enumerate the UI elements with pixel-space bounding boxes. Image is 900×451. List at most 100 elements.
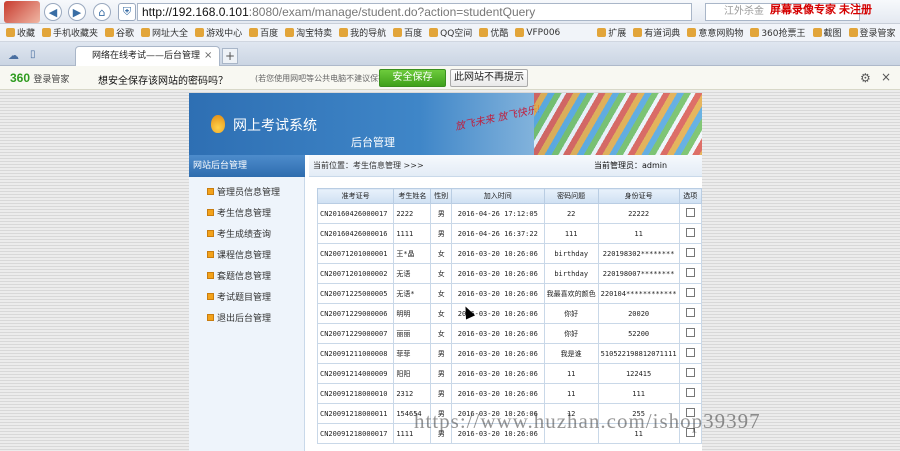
bookmark-icon	[515, 28, 525, 37]
cell-join-time: 2016-03-20 10:26:06	[450, 323, 545, 344]
bookmark-icon	[479, 28, 489, 37]
cell-select	[678, 243, 702, 264]
bookmark-icon	[6, 28, 15, 37]
row-checkbox[interactable]	[685, 328, 695, 337]
home-icon[interactable]: ⌂	[93, 3, 111, 21]
bookmark-item[interactable]: 登录管家	[848, 26, 896, 39]
bookmark-item[interactable]: 有道词典	[633, 26, 680, 39]
row-checkbox[interactable]	[685, 368, 695, 377]
never-prompt-button[interactable]: 此网站不再提示	[450, 69, 528, 87]
table-row: CN20071201000001 王*晶女 2016-03-20 10:26:06 b…	[316, 243, 702, 264]
bookmark-icon	[393, 28, 403, 37]
cell-exam-id: CN20071225000005	[316, 283, 395, 304]
bullet-icon	[207, 293, 214, 300]
tab-active[interactable]: 网络在线考试——后台管理	[75, 46, 220, 66]
bookmark-item[interactable]: 意意网购物	[687, 26, 743, 39]
row-checkbox[interactable]	[685, 308, 695, 317]
cell-id-card: 52200	[597, 323, 680, 344]
sidebar-item-courses[interactable]: 课程信息管理	[207, 248, 271, 261]
col-join-time: 加入时间	[450, 188, 545, 204]
cell-id-card: 122415	[597, 363, 680, 384]
row-checkbox[interactable]	[685, 268, 695, 277]
url-host: http://192.168.0.101	[142, 5, 249, 19]
bookmark-item[interactable]: VFP006	[515, 28, 560, 38]
sidebar-item-scores[interactable]: 考生成绩查询	[207, 227, 271, 240]
cell-gender: 女	[430, 283, 452, 304]
cell-question: 你好	[543, 303, 599, 324]
save-password-button[interactable]: 安全保存	[379, 69, 446, 87]
cell-name: 2222	[393, 203, 432, 224]
table-row: CN20071229000007 丽丽女 2016-03-20 10:26:06 你好…	[316, 323, 702, 344]
bookmark-item[interactable]: 谷歌	[105, 26, 134, 39]
row-checkbox[interactable]	[685, 348, 695, 357]
cell-question: 22	[543, 203, 599, 224]
col-id-card: 身份证号	[597, 188, 680, 204]
cell-id-card: 11	[597, 223, 680, 244]
row-checkbox[interactable]	[685, 288, 695, 297]
bookmarks-bar: 收藏 手机收藏夹 谷歌 网址大全 游戏中心 百度 淘宝特卖 我的导航 百度 QQ…	[0, 24, 900, 42]
bookmark-icon	[141, 28, 151, 37]
sidebar-item-logout[interactable]: 退出后台管理	[207, 311, 271, 324]
cell-gender: 男	[430, 383, 452, 404]
cell-name: 无语*	[393, 283, 432, 304]
bookmark-icon	[429, 28, 439, 37]
bookmark-item[interactable]: 网址大全	[141, 26, 188, 39]
cell-gender: 男	[430, 343, 452, 364]
back-icon[interactable]: ◀	[44, 3, 62, 21]
gear-icon[interactable]: ⚙	[860, 71, 871, 85]
bookmark-item[interactable]: 我的导航	[339, 26, 386, 39]
flame-logo-icon	[211, 115, 225, 133]
address-bar[interactable]: http://192.168.0.101:8080/exam/manage/st…	[137, 3, 692, 21]
bullet-icon	[207, 272, 214, 279]
bookmark-item[interactable]: 百度	[249, 26, 278, 39]
sidebar-item-students[interactable]: 考生信息管理	[207, 206, 271, 219]
table-header-row: 准考证号 考生姓名 性别 加入时间 密码问题 身份证号 选项	[316, 188, 702, 204]
row-checkbox[interactable]	[685, 388, 695, 397]
site-banner: 网上考试系统 后台管理 放飞未来 放飞快乐!	[189, 93, 702, 155]
user-avatar[interactable]	[4, 1, 40, 23]
bookmark-item[interactable]: QQ空间	[429, 26, 472, 39]
bookmark-item[interactable]: 优酷	[479, 26, 508, 39]
table-body: CN20160426000017 2222 男 2016-04-26 17:12:05…	[316, 203, 702, 444]
bullet-icon	[207, 209, 214, 216]
shield-icon[interactable]: ⛨	[118, 3, 136, 21]
bookmark-item[interactable]: 手机收藏夹	[42, 26, 98, 39]
cloud-icon[interactable]: ☁	[8, 49, 19, 62]
backend-name: 后台管理	[351, 136, 395, 149]
bookmark-item[interactable]: 扩展	[597, 26, 626, 39]
cell-exam-id: CN20091214000009	[316, 363, 395, 384]
cell-id-card: 220104************	[597, 283, 680, 304]
sidebar-item-papers[interactable]: 套题信息管理	[207, 269, 271, 282]
row-checkbox[interactable]	[685, 208, 695, 217]
bookmark-item[interactable]: 游戏中心	[195, 26, 242, 39]
bookmark-item[interactable]: 360抢票王	[750, 26, 806, 39]
forward-icon[interactable]: ▶	[68, 3, 86, 21]
cell-join-time: 2016-04-26 16:37:22	[450, 223, 545, 244]
bookmark-item[interactable]: 收藏	[6, 26, 35, 39]
cell-question: 你好	[543, 323, 599, 344]
student-table: 准考证号 考生姓名 性别 加入时间 密码问题 身份证号 选项 CN2016042…	[316, 188, 702, 444]
cell-select	[678, 283, 702, 304]
table-row: CN20071229000006 明明女 2016-03-20 10:26:06 你好…	[316, 303, 702, 324]
bookmark-icon	[812, 28, 822, 37]
bookmark-item[interactable]: 截图	[812, 26, 842, 39]
cell-exam-id: CN20091218000010	[316, 383, 395, 404]
col-select: 选项	[678, 188, 702, 204]
table-row: CN20071225000005 无语* 女 2016-03-20 10:26:06 我…	[316, 283, 702, 304]
row-checkbox[interactable]	[685, 228, 695, 237]
tab-close-icon[interactable]: ×	[204, 50, 212, 61]
cell-join-time: 2016-03-20 10:26:06	[450, 343, 545, 364]
new-tab-button[interactable]: +	[222, 48, 238, 64]
cell-gender: 女	[430, 323, 452, 344]
close-icon[interactable]: ×	[881, 70, 891, 84]
mobile-icon[interactable]: ▯	[30, 49, 36, 60]
bookmark-icon	[633, 28, 643, 37]
password-hint: (若您使用网吧等公共电脑不建议保存)	[255, 74, 390, 83]
sidebar-item-questions[interactable]: 考试题目管理	[207, 290, 271, 303]
cell-select	[678, 303, 702, 324]
cell-id-card: 220198007********	[597, 263, 680, 284]
row-checkbox[interactable]	[685, 248, 695, 257]
sidebar-item-admin[interactable]: 管理员信息管理	[207, 185, 280, 198]
bookmark-item[interactable]: 淘宝特卖	[285, 26, 332, 39]
bookmark-item[interactable]: 百度	[393, 26, 422, 39]
